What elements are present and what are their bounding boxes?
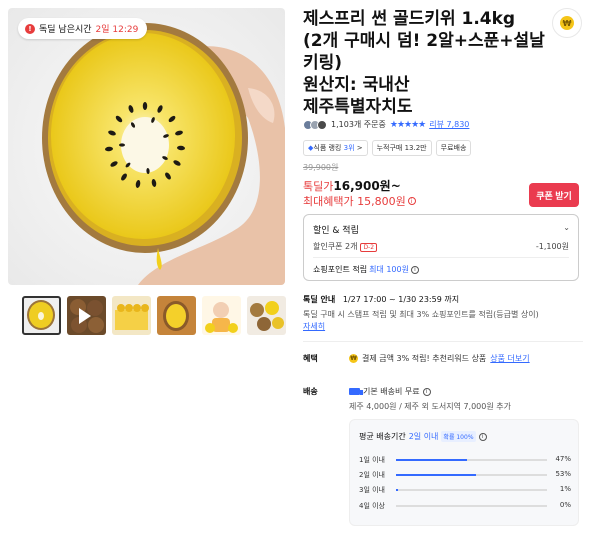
free-shipping-chip: 무료배송 (435, 140, 472, 156)
max-benefit-label: 최대혜택가 15,800원 (303, 195, 406, 208)
info-icon[interactable]: i (422, 387, 431, 396)
thumbnail-2-video[interactable] (67, 296, 106, 335)
thumbnail-strip (22, 296, 286, 335)
distribution-percent: 0% (559, 501, 571, 509)
avg-label: 평균 배송기간 (359, 432, 406, 441)
coupon-button[interactable]: 쿠폰 받기 (529, 183, 579, 207)
chevron-right-icon: > (354, 144, 363, 152)
coupon-label: 할인쿠폰 2개 (313, 242, 358, 251)
timer-time: 2일 12:29 (95, 25, 139, 35)
distribution-bar-track (396, 505, 547, 507)
clock-icon: ! (25, 23, 35, 34)
info-chips: ◆식품 랭킹 3위 > 누적구매 13.2만 무료배송 (303, 140, 472, 156)
info-icon: i (407, 197, 416, 205)
benefit-row: ₩ 결제 금액 3% 적립! 추천리워드 상품 상품 더보기 (349, 353, 530, 364)
probability-badge: 확률 100% (441, 431, 476, 442)
title-line: 원산지: 국내산 (303, 75, 410, 95)
thumbnail-4[interactable] (157, 296, 196, 335)
coin-icon: ₩ (349, 354, 358, 363)
coin-icon: ₩ (560, 16, 574, 30)
shipping-extra: 제주 4,000원 / 제주 외 도서지역 7,000원 추가 (349, 402, 511, 411)
distribution-label: 3일 이내 (359, 486, 385, 494)
benefit-text: 결제 금액 3% 적립! 추천리워드 상품 (362, 354, 487, 363)
shipping-value: 기본 배송비 무료 (363, 387, 420, 396)
benefit-label: 혜택 (303, 354, 318, 363)
thumbnail-5[interactable] (202, 296, 241, 335)
max-benefit-price[interactable]: 최대혜택가 15,800원 i (303, 193, 416, 209)
kiwi-illustration (8, 8, 285, 285)
play-icon (79, 308, 91, 324)
orders-count: 1,103개 주문중 (331, 120, 386, 129)
title-line: 제스프리 썬 골드키위 1.4kg (303, 9, 516, 29)
discount-header: 할인 & 적립 (313, 226, 359, 236)
divider (313, 257, 569, 258)
buyer-avatars (303, 119, 327, 130)
title-line: 제주특별자치도 (303, 97, 413, 117)
delivery-distribution-row: 4일 이상 0% (359, 500, 571, 511)
avg-value: 2일 이내 (408, 432, 439, 441)
original-price: 39,900원 (303, 163, 339, 172)
title-line: 키링) (303, 53, 343, 73)
cumulative-purchase-chip: 누적구매 13.2만 (371, 140, 432, 156)
coupon-value: -1,100원 (535, 242, 569, 251)
deal-description: 톡딜 구매 시 스탬프 적립 및 최대 3% 쇼핑포인트를 적립(등급별 상이) (303, 310, 539, 319)
section-divider (303, 341, 583, 342)
delivery-distribution-row: 3일 이내 1% (359, 484, 571, 495)
ranking-prefix: 식품 랭킹 (313, 144, 344, 152)
distribution-bar-track (396, 474, 547, 476)
deal-info: 톡딜 안내 1/27 17:00 ~ 1/30 23:59 까지 (303, 294, 459, 305)
coupon-row: 할인쿠폰 2개 D-2 -1,100원 (313, 241, 569, 252)
distribution-bar-fill (396, 489, 398, 491)
more-products-link[interactable]: 상품 더보기 (490, 353, 529, 364)
delivery-period-box: 평균 배송기간 2일 이내 확률 100% i 1일 이내 47% 2일 이내 53%… (349, 419, 579, 526)
delivery-distribution-row: 1일 이내 47% (359, 454, 571, 465)
truck-icon (349, 388, 363, 395)
distribution-label: 2일 이내 (359, 471, 385, 479)
deal-price-value: 16,900원~ (333, 179, 401, 193)
distribution-bar-track (396, 489, 547, 491)
discount-points-box: 할인 & 적립 ⌄ 할인쿠폰 2개 D-2 -1,100원 쇼핑포인트 적립 최대… (303, 214, 579, 281)
delivery-header: 평균 배송기간 2일 이내 확률 100% i (359, 431, 487, 442)
distribution-label: 4일 이상 (359, 502, 385, 510)
distribution-bar-fill (396, 474, 476, 476)
coin-reward-button[interactable]: ₩ (552, 8, 582, 38)
product-title: 제스프리 썬 골드키위 1.4kg (2개 구매시 덤! 2알+스푼+설날 키링… (303, 8, 553, 118)
review-link[interactable]: 리뷰 7,830 (429, 119, 469, 130)
points-label: 쇼핑포인트 적립 (313, 265, 368, 274)
distribution-percent: 47% (555, 455, 571, 463)
deal-price-label: 톡딜가 (303, 180, 334, 193)
points-row: 쇼핑포인트 적립 최대 100원 i (313, 264, 419, 275)
thumbnail-6[interactable] (247, 296, 286, 335)
deal-info-label: 톡딜 안내 (303, 295, 336, 304)
distribution-bar-fill (396, 459, 467, 461)
chevron-down-icon[interactable]: ⌄ (563, 223, 570, 232)
ranking-chip[interactable]: ◆식품 랭킹 3위 > (303, 140, 368, 156)
thumbnail-1[interactable] (22, 296, 61, 335)
title-line: (2개 구매시 덤! 2알+스푼+설날 (303, 31, 545, 51)
coupon-dday-badge: D-2 (360, 243, 378, 252)
shipping-label: 배송 (303, 387, 318, 396)
deal-period: 1/27 17:00 ~ 1/30 23:59 까지 (342, 295, 460, 304)
distribution-percent: 53% (555, 470, 571, 478)
star-icon: ★★★★★ (389, 119, 426, 130)
distribution-percent: 1% (559, 485, 571, 493)
distribution-bar-track (396, 459, 547, 461)
points-value: 최대 100원 (369, 265, 409, 274)
deal-more-link[interactable]: 자세히 (303, 321, 325, 332)
timer-label: 독딜 남은시간 (39, 25, 92, 35)
thumbnail-3[interactable] (112, 296, 151, 335)
main-product-image[interactable]: ! 독딜 남은시간 2일 12:29 (8, 8, 285, 285)
deal-timer-badge: ! 독딜 남은시간 2일 12:29 (18, 18, 148, 39)
delivery-distribution-row: 2일 이내 53% (359, 469, 571, 480)
ranking-value: 3위 (343, 144, 355, 152)
info-icon[interactable]: i (410, 265, 419, 274)
info-icon[interactable]: i (478, 432, 487, 441)
rating-row: 1,103개 주문중 ★★★★★ 리뷰 7,830 (303, 119, 469, 130)
deal-price-row: 톡딜가16,900원~ (303, 177, 401, 194)
distribution-label: 1일 이내 (359, 456, 385, 464)
shipping-row: 기본 배송비 무료 i (349, 386, 431, 397)
